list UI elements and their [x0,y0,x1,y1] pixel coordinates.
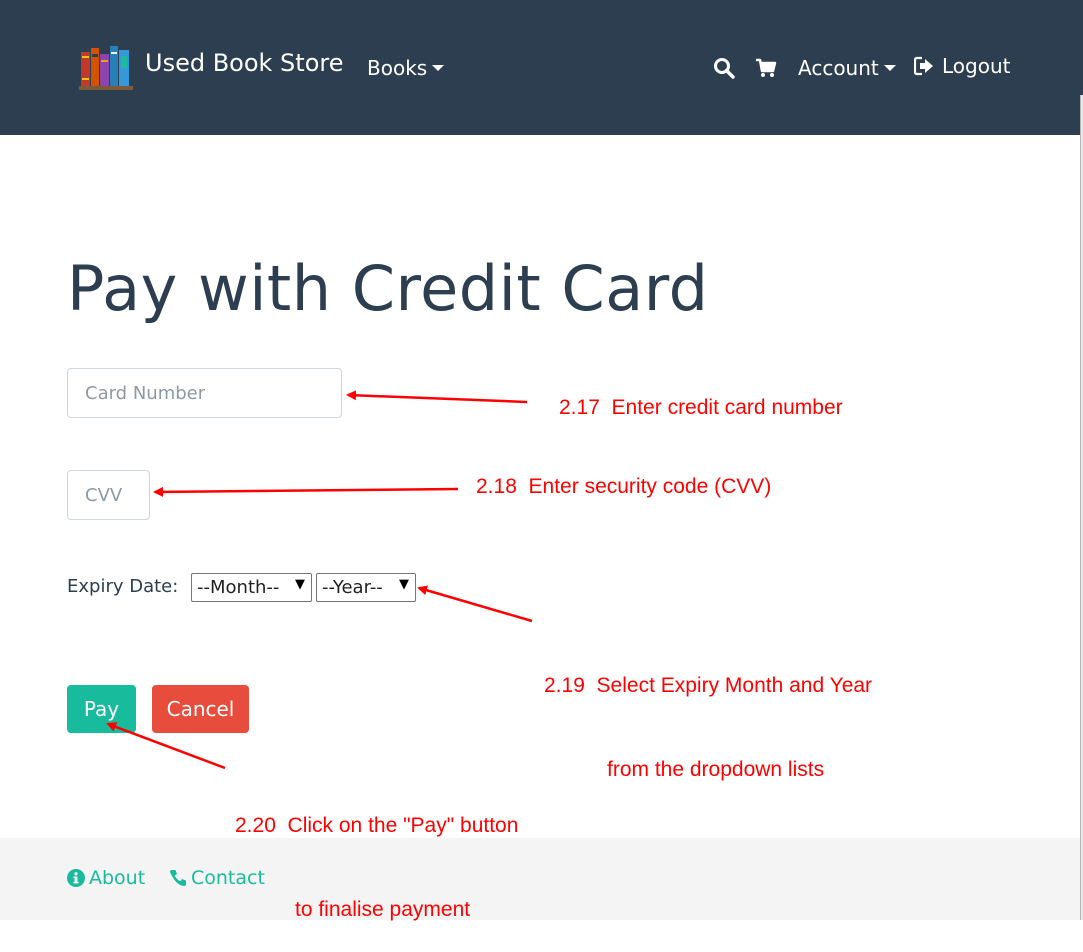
logout-icon [914,56,933,76]
year-selected-value: --Year-- [322,577,383,598]
book-logo-icon [79,46,133,90]
dropdown-arrow-icon: ▼ [295,577,305,592]
logout-link[interactable]: Logout [914,54,1010,78]
annotation-2-19: 2.19 Select Expiry Month and Year from t… [544,616,872,812]
chevron-down-icon [883,65,896,71]
about-link[interactable]: About [67,867,145,889]
phone-icon [170,870,186,886]
annotation-2-19-line2: from the dropdown lists [607,758,825,781]
arrow-2-18 [153,486,459,497]
month-selected-value: --Month-- [197,577,280,598]
annotation-arrows [106,390,533,770]
brand-logo[interactable] [79,42,133,92]
pay-button[interactable]: Pay [67,685,136,733]
expiry-month-select[interactable]: --Month-- ▼ [191,573,312,602]
brand-name[interactable]: Used Book Store [145,49,344,77]
expiry-date-label: Expiry Date: [67,576,179,597]
annotation-2-20: 2.20 Click on the "Pay" button to finali… [235,756,518,952]
page-title: Pay with Credit Card [67,252,709,325]
about-label: About [89,867,146,889]
cvv-input[interactable] [67,470,150,520]
account-label: Account [798,56,879,80]
annotation-2-17: 2.17 Enter credit card number [559,396,843,419]
account-dropdown[interactable]: Account [798,56,896,80]
card-number-input[interactable] [67,368,342,418]
annotation-2-19-line1: 2.19 Select Expiry Month and Year [544,674,873,697]
arrow-2-19 [417,585,533,623]
navbar: Used Book Store Books Account Logout [0,0,1083,135]
books-dropdown[interactable]: Books [367,56,445,80]
chevron-down-icon [432,65,445,71]
arrow-2-17 [346,390,528,404]
annotation-2-20-line1: 2.20 Click on the "Pay" button [235,814,519,837]
search-button[interactable] [713,56,737,80]
logout-label: Logout [942,54,1011,78]
dropdown-arrow-icon: ▼ [399,577,409,592]
books-label: Books [367,56,428,80]
cancel-button[interactable]: Cancel [152,685,249,733]
info-icon [67,869,85,887]
expiry-year-select[interactable]: --Year-- ▼ [316,573,416,602]
cart-button[interactable] [755,56,779,80]
annotation-2-18: 2.18 Enter security code (CVV) [476,475,772,498]
search-icon [714,58,735,79]
footer [0,838,1083,920]
cart-icon [756,58,777,77]
